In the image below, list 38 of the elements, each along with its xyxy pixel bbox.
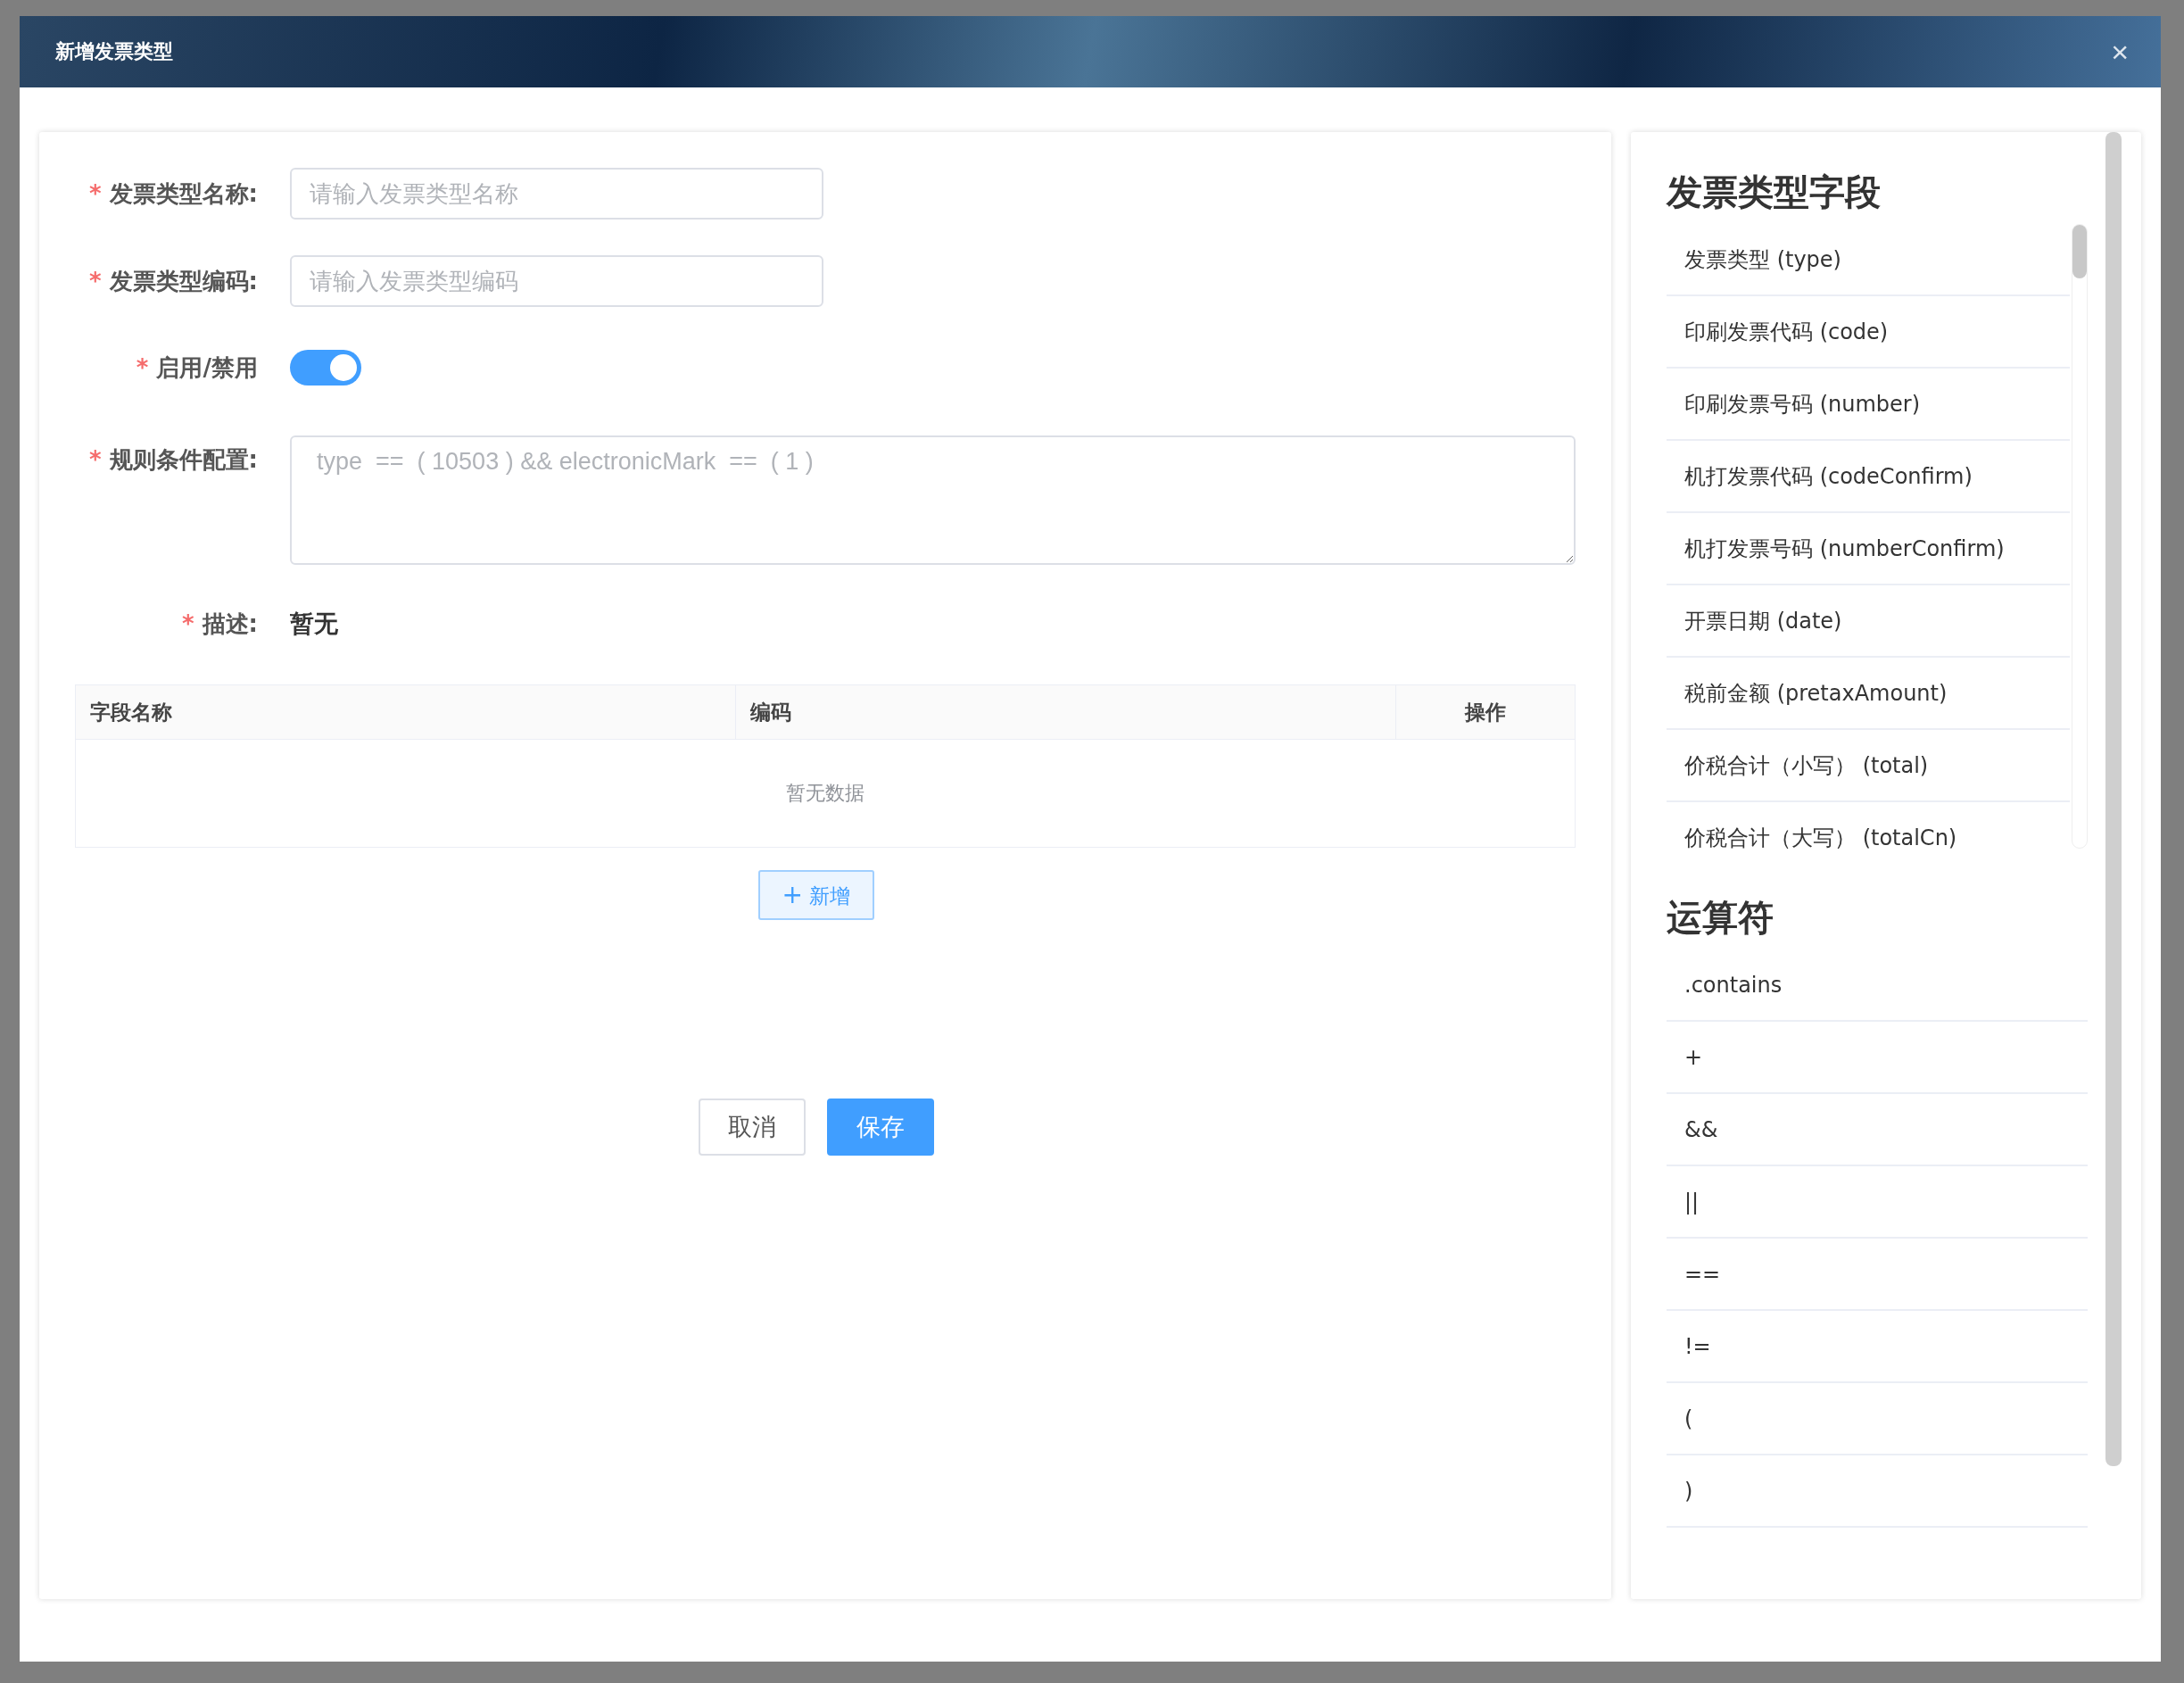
- close-button[interactable]: ×: [2105, 37, 2134, 67]
- list-item[interactable]: 机打发票号码 (numberConfirm): [1667, 513, 2070, 585]
- field-label: * 规则条件配置:: [88, 446, 258, 473]
- list-item[interactable]: ==: [1667, 1239, 2088, 1311]
- list-item[interactable]: 税前金额 (pretaxAmount): [1667, 658, 2070, 730]
- list-item[interactable]: ||: [1667, 1166, 2088, 1239]
- column-header: 操作: [1463, 700, 1507, 725]
- field-label: * 发票类型名称:: [88, 179, 258, 207]
- section-title: 运算符: [1667, 896, 1774, 940]
- field-label: * 描述:: [181, 609, 258, 637]
- description-value: 暂无: [290, 609, 338, 639]
- list-item[interactable]: 机打发票代码 (codeConfirm): [1667, 441, 2070, 513]
- scroll-list[interactable]: 发票类型 (type) 印刷发票代码 (code) 印刷发票号码 (number) 机打发票代码 (codeConfirm) 机打发票号码 (numberConfirm) 开票日期 (date) 税前金额 (pretaxAmount) 价税合计（小写） (total) 价税合计（大写） (totalCn): [1667, 224, 2088, 868]
- dialog-title: 新增发票类型: [55, 39, 173, 64]
- column-header: 字段名称: [76, 685, 736, 739]
- field-label: * 启用/禁用: [136, 353, 258, 381]
- list-item[interactable]: 印刷发票号码 (number): [1667, 369, 2070, 441]
- list-item[interactable]: ): [1667, 1455, 2088, 1528]
- list-item[interactable]: &&: [1667, 1094, 2088, 1166]
- input-field[interactable]: 请输入发票类型名称: [290, 168, 823, 220]
- empty-text: 暂无数据: [786, 781, 864, 806]
- list-item[interactable]: 价税合计（小写） (total): [1667, 730, 2070, 802]
- input-field[interactable]: 请输入发票类型编码: [290, 255, 823, 307]
- list-item[interactable]: (: [1667, 1383, 2088, 1455]
- column-header: 编码: [736, 685, 1396, 739]
- list-item[interactable]: 发票类型 (type): [1667, 224, 2070, 296]
- section-title: 发票类型字段: [1667, 170, 1882, 214]
- list-item[interactable]: 开票日期 (date): [1667, 585, 2070, 658]
- list-item[interactable]: .contains: [1667, 949, 2088, 1022]
- textarea-field[interactable]: type == ( 10503 ) && electronicMark == ( 1 ): [290, 435, 1576, 565]
- list-item[interactable]: !=: [1667, 1311, 2088, 1383]
- list-item[interactable]: 价税合计（大写） (totalCn): [1667, 802, 2070, 868]
- field-label: * 发票类型编码:: [88, 267, 258, 294]
- scrollbar[interactable]: [2105, 132, 2122, 1466]
- toggle-switch[interactable]: [290, 350, 361, 386]
- list-item[interactable]: 印刷发票代码 (code): [1667, 296, 2070, 369]
- list-item[interactable]: +: [1667, 1022, 2088, 1094]
- cancel-button[interactable]: 取消: [699, 1099, 806, 1156]
